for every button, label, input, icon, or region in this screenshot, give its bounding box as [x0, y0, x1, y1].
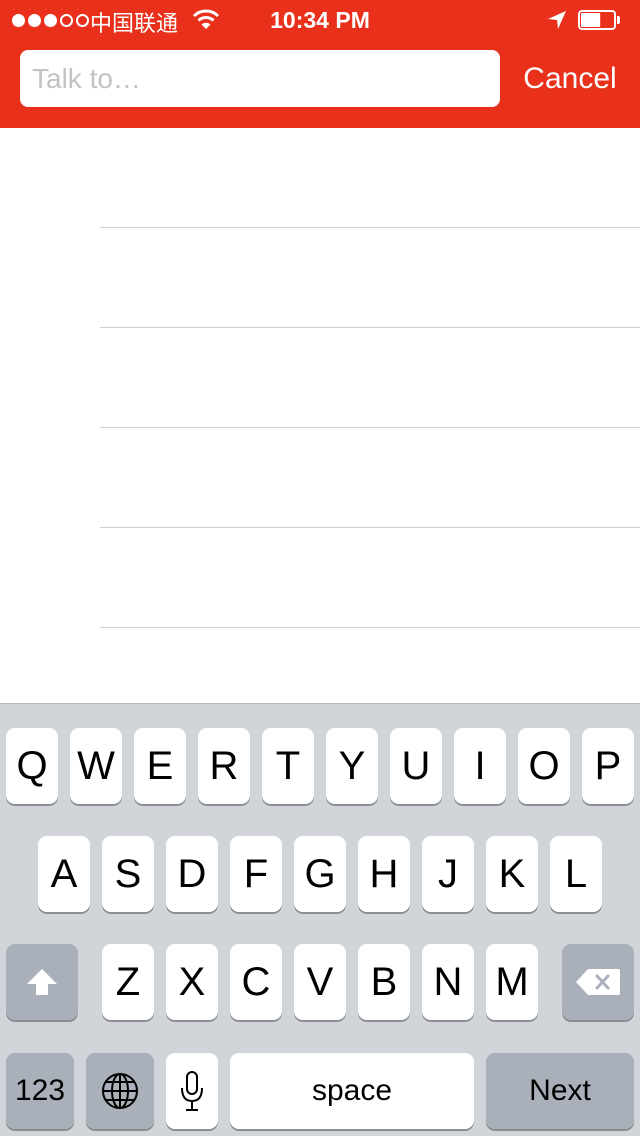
- key-y[interactable]: Y: [326, 728, 378, 804]
- key-b[interactable]: B: [358, 944, 410, 1020]
- clock: 10:34 PM: [270, 7, 370, 33]
- key-r[interactable]: R: [198, 728, 250, 804]
- key-a[interactable]: A: [38, 836, 90, 912]
- key-z[interactable]: Z: [102, 944, 154, 1020]
- key-j[interactable]: J: [422, 836, 474, 912]
- cancel-button[interactable]: Cancel: [512, 56, 628, 102]
- dictation-key[interactable]: [166, 1053, 218, 1129]
- globe-icon: [102, 1073, 138, 1109]
- key-h[interactable]: H: [358, 836, 410, 912]
- row-separator: [100, 627, 640, 628]
- globe-key[interactable]: [86, 1053, 154, 1129]
- list-item[interactable]: [0, 528, 640, 628]
- list-item[interactable]: [0, 128, 640, 228]
- key-m[interactable]: M: [486, 944, 538, 1020]
- key-f[interactable]: F: [230, 836, 282, 912]
- shift-arrow-icon: [27, 969, 57, 995]
- results-list: [0, 128, 640, 628]
- location-arrow-icon: [547, 10, 567, 36]
- backspace-icon: [576, 969, 620, 995]
- key-n[interactable]: N: [422, 944, 474, 1020]
- key-e[interactable]: E: [134, 728, 186, 804]
- status-bar: 中国联通 10:34 PM: [0, 0, 640, 40]
- numbers-key[interactable]: 123: [6, 1053, 74, 1129]
- header-bar: 中国联通 10:34 PM Cancel: [0, 0, 640, 128]
- key-x[interactable]: X: [166, 944, 218, 1020]
- battery-icon: [578, 10, 622, 30]
- key-c[interactable]: C: [230, 944, 282, 1020]
- key-u[interactable]: U: [390, 728, 442, 804]
- key-i[interactable]: I: [454, 728, 506, 804]
- list-item[interactable]: [0, 428, 640, 528]
- key-v[interactable]: V: [294, 944, 346, 1020]
- talk-to-search-input[interactable]: [20, 50, 500, 107]
- key-d[interactable]: D: [166, 836, 218, 912]
- key-s[interactable]: S: [102, 836, 154, 912]
- key-o[interactable]: O: [518, 728, 570, 804]
- key-t[interactable]: T: [262, 728, 314, 804]
- backspace-key[interactable]: [562, 944, 634, 1020]
- space-key[interactable]: space: [230, 1053, 474, 1129]
- key-l[interactable]: L: [550, 836, 602, 912]
- keyboard: 123 space Next QWERTYUIOP ASDFGHJKL ZXCVBN…: [0, 703, 640, 1136]
- list-item[interactable]: [0, 328, 640, 428]
- list-item[interactable]: [0, 228, 640, 328]
- microphone-icon: [181, 1071, 203, 1111]
- next-key[interactable]: Next: [486, 1053, 634, 1129]
- key-p[interactable]: P: [582, 728, 634, 804]
- key-q[interactable]: Q: [6, 728, 58, 804]
- key-k[interactable]: K: [486, 836, 538, 912]
- key-w[interactable]: W: [70, 728, 122, 804]
- key-g[interactable]: G: [294, 836, 346, 912]
- shift-key[interactable]: [6, 944, 78, 1020]
